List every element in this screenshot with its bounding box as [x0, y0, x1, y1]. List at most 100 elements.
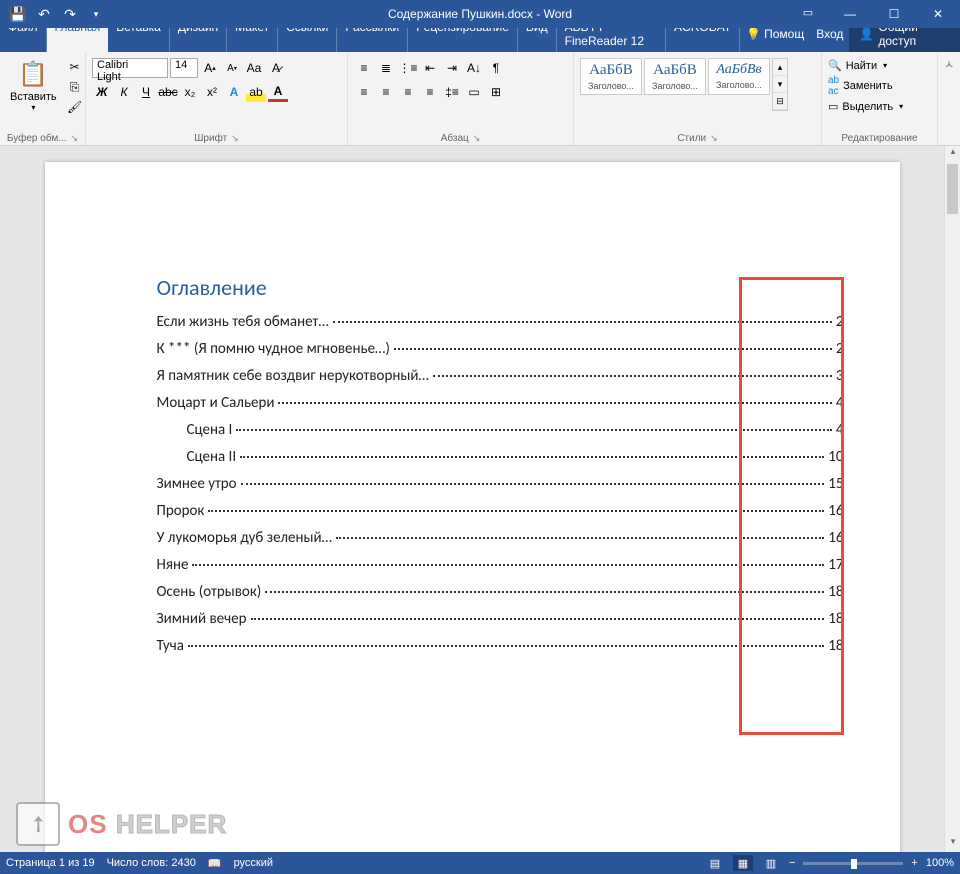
language[interactable]: русский: [234, 857, 273, 869]
number-list-icon[interactable]: ≣: [376, 58, 396, 78]
find-button[interactable]: 🔍Найти▾: [828, 58, 887, 73]
style-item[interactable]: АаБбВЗаголово...: [644, 58, 706, 95]
italic-button[interactable]: К: [114, 82, 134, 102]
scrollbar-thumb[interactable]: [947, 164, 958, 214]
redo-icon[interactable]: ↷: [58, 2, 82, 26]
toc-entry[interactable]: Я памятник себе воздвиг нерукотворный…3: [157, 367, 844, 385]
quick-access-toolbar: 💾 ↶ ↷ ▾: [0, 2, 108, 26]
increase-font-icon[interactable]: A▴: [200, 58, 220, 78]
replace-button[interactable]: abacЗаменить: [828, 74, 893, 98]
toc-page: 17: [828, 556, 843, 574]
zoom-level[interactable]: 100%: [926, 857, 954, 869]
word-count[interactable]: Число слов: 2430: [107, 857, 196, 869]
format-painter-icon[interactable]: 🖌: [65, 98, 85, 116]
print-layout-icon[interactable]: ▦: [733, 855, 753, 871]
proofing-icon[interactable]: 📖: [208, 857, 222, 870]
style-item[interactable]: АаБбВвЗаголово...: [708, 58, 770, 95]
toc-entry[interactable]: Если жизнь тебя обманет…2: [157, 313, 844, 331]
zoom-in-icon[interactable]: +: [911, 857, 917, 869]
select-button[interactable]: ▭Выделить▾: [828, 99, 903, 114]
toc-page: 4: [836, 421, 844, 439]
window-title: Содержание Пушкин.docx - Word: [388, 7, 572, 21]
align-center-icon[interactable]: ≡: [376, 82, 396, 102]
toc-leader: [208, 510, 824, 512]
sort-icon[interactable]: A↓: [464, 58, 484, 78]
replace-icon: abac: [828, 75, 839, 97]
dialog-launcher-icon[interactable]: ↘: [710, 133, 718, 144]
read-mode-icon[interactable]: ▤: [705, 855, 725, 871]
editing-group: 🔍Найти▾ abacЗаменить ▭Выделить▾ Редактир…: [822, 52, 938, 145]
zoom-slider[interactable]: [803, 862, 903, 865]
toc-entry[interactable]: Сцена II10: [157, 448, 844, 466]
cut-icon[interactable]: ✂: [65, 58, 85, 76]
paste-button[interactable]: 📋 Вставить ▾: [6, 58, 61, 114]
underline-button[interactable]: Ч: [136, 82, 156, 102]
font-size-select[interactable]: 14: [170, 58, 198, 78]
toc-title[interactable]: Оглавление: [157, 274, 844, 301]
text-effects-icon[interactable]: A: [224, 82, 244, 102]
scroll-down-icon[interactable]: ▾: [945, 836, 960, 852]
styles-up-icon[interactable]: ▴: [773, 59, 787, 76]
dialog-launcher-icon[interactable]: ↘: [71, 133, 79, 144]
font-color-icon[interactable]: A: [268, 82, 288, 102]
close-icon[interactable]: ✕: [916, 0, 960, 28]
line-spacing-icon[interactable]: ‡≡: [442, 82, 462, 102]
bullet-list-icon[interactable]: ≡: [354, 58, 374, 78]
dialog-launcher-icon[interactable]: ↘: [473, 133, 481, 144]
clipboard-group: 📋 Вставить ▾ ✂ ⎘ 🖌 Буфер обм...↘: [0, 52, 86, 145]
save-icon[interactable]: 💾: [6, 2, 30, 26]
borders-icon[interactable]: ⊞: [486, 82, 506, 102]
toc-text: Пророк: [157, 502, 205, 520]
scroll-up-icon[interactable]: ▴: [945, 146, 960, 162]
increase-indent-icon[interactable]: ⇥: [442, 58, 462, 78]
qat-customize-icon[interactable]: ▾: [84, 2, 108, 26]
change-case-icon[interactable]: Aa: [244, 58, 264, 78]
align-right-icon[interactable]: ≡: [398, 82, 418, 102]
undo-icon[interactable]: ↶: [32, 2, 56, 26]
toc-text: Сцена II: [187, 448, 237, 466]
show-marks-icon[interactable]: ¶: [486, 58, 506, 78]
decrease-indent-icon[interactable]: ⇤: [420, 58, 440, 78]
styles-more-icon[interactable]: ⊟: [773, 93, 787, 110]
zoom-out-icon[interactable]: −: [789, 857, 795, 869]
toc-entry[interactable]: Моцарт и Сальери4: [157, 394, 844, 412]
toc-entry[interactable]: Няне17: [157, 556, 844, 574]
clear-format-icon[interactable]: A̷: [266, 58, 286, 78]
decrease-font-icon[interactable]: A▾: [222, 58, 242, 78]
toc-leader: [265, 591, 824, 593]
superscript-button[interactable]: x²: [202, 82, 222, 102]
web-layout-icon[interactable]: ▥: [761, 855, 781, 871]
font-name-select[interactable]: Calibri Light: [92, 58, 168, 78]
copy-icon[interactable]: ⎘: [65, 78, 85, 96]
subscript-button[interactable]: x₂: [180, 82, 200, 102]
toc-entry[interactable]: Зимний вечер18: [157, 610, 844, 628]
multilevel-list-icon[interactable]: ⋮≡: [398, 58, 418, 78]
bold-button[interactable]: Ж: [92, 82, 112, 102]
select-icon: ▭: [828, 100, 838, 113]
ribbon: 📋 Вставить ▾ ✂ ⎘ 🖌 Буфер обм...↘ Calibri…: [0, 52, 960, 146]
page-count[interactable]: Страница 1 из 19: [6, 857, 95, 869]
align-left-icon[interactable]: ≡: [354, 82, 374, 102]
toc-entry[interactable]: К *** (Я помню чудное мгновенье…)2: [157, 340, 844, 358]
page[interactable]: Оглавление Если жизнь тебя обманет…2 К **…: [45, 162, 900, 852]
styles-down-icon[interactable]: ▾: [773, 76, 787, 93]
minimize-icon[interactable]: —: [828, 0, 872, 28]
highlight-icon[interactable]: ab: [246, 82, 266, 102]
shading-icon[interactable]: ▭: [464, 82, 484, 102]
toc-leader: [241, 483, 825, 485]
collapse-ribbon-icon[interactable]: ㅅ: [944, 56, 954, 72]
strikethrough-button[interactable]: abc: [158, 82, 178, 102]
maximize-icon[interactable]: ☐: [872, 0, 916, 28]
ribbon-options-icon[interactable]: ▭: [796, 0, 820, 24]
vertical-scrollbar[interactable]: ▴ ▾: [944, 146, 960, 852]
toc-entry[interactable]: Зимнее утро15: [157, 475, 844, 493]
style-item[interactable]: АаБбВЗаголово...: [580, 58, 642, 95]
justify-icon[interactable]: ≡: [420, 82, 440, 102]
toc-entry[interactable]: Туча18: [157, 637, 844, 655]
toc-entry[interactable]: Сцена I4: [157, 421, 844, 439]
toc-entry[interactable]: У лукоморья дуб зеленый…16: [157, 529, 844, 547]
toc-entry[interactable]: Пророк16: [157, 502, 844, 520]
document-area[interactable]: Оглавление Если жизнь тебя обманет…2 К **…: [0, 146, 944, 852]
dialog-launcher-icon[interactable]: ↘: [231, 133, 239, 144]
toc-entry[interactable]: Осень (отрывок)18: [157, 583, 844, 601]
